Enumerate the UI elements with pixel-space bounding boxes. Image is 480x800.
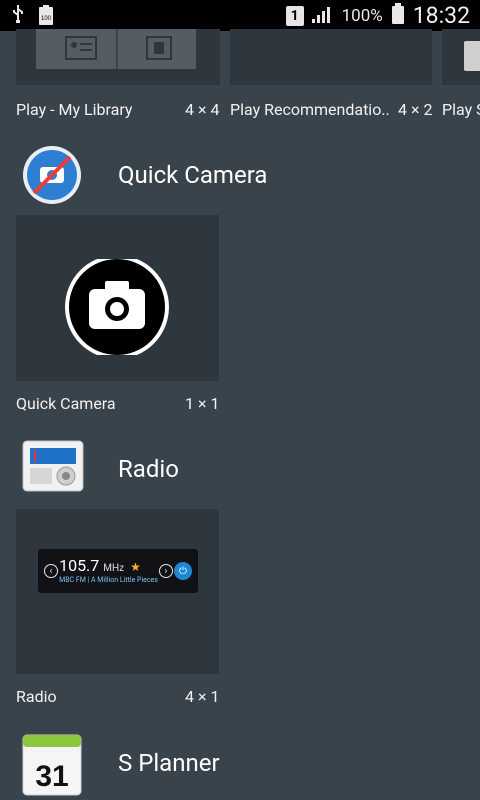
widget-label: Play - My Library bbox=[16, 100, 133, 119]
next-station-icon: › bbox=[158, 564, 173, 578]
radio-info: 105.7 MHz ★ MBC FM | A Million Little Pi… bbox=[59, 556, 158, 585]
sim-slot-badge: 1 bbox=[285, 5, 304, 26]
widget-preview-quick-camera[interactable] bbox=[16, 215, 219, 381]
battery-badge-icon: 100 bbox=[38, 4, 54, 27]
widget-size: 4 × 2 bbox=[398, 100, 433, 119]
radio-app-icon bbox=[22, 440, 84, 500]
widget-label: Play Recommendatio.. bbox=[230, 100, 390, 119]
camera-icon bbox=[65, 259, 169, 355]
library-preview-card bbox=[36, 29, 196, 69]
radio-frequency: 105.7 bbox=[59, 556, 100, 575]
radio-subtitle: MBC FM | A Million Little Pieces bbox=[59, 576, 158, 584]
play-s-thumb bbox=[464, 41, 480, 71]
widget-label: Quick Camera bbox=[16, 394, 116, 413]
widget-label: Play S bbox=[442, 100, 480, 119]
status-right: 1 100% 18:32 bbox=[285, 2, 470, 29]
widget-preview-play-recommendations[interactable] bbox=[230, 29, 432, 85]
usb-icon bbox=[10, 4, 26, 28]
svg-text:100: 100 bbox=[41, 16, 52, 22]
widget-label: Radio bbox=[16, 687, 57, 706]
radio-unit: MHz bbox=[103, 563, 125, 574]
signal-icon bbox=[311, 5, 334, 27]
app-title: Quick Camera bbox=[118, 161, 268, 189]
status-left: 100 bbox=[10, 4, 54, 28]
app-title: S Planner bbox=[118, 749, 220, 777]
quick-camera-app-icon bbox=[22, 145, 82, 205]
library-divider bbox=[116, 29, 118, 69]
svg-text:31: 31 bbox=[35, 760, 68, 793]
clock-time: 18:32 bbox=[412, 2, 470, 29]
radio-widget-preview: ‹ 105.7 MHz ★ MBC FM | A Million Little … bbox=[38, 549, 198, 593]
favorite-star-icon: ★ bbox=[130, 560, 141, 574]
power-icon: ⏻ bbox=[174, 562, 192, 580]
widget-list[interactable]: Play - My Library 4 × 4 Play Recommendat… bbox=[0, 29, 480, 800]
widget-size: 1 × 1 bbox=[185, 394, 220, 413]
widget-preview-play-s[interactable] bbox=[442, 29, 480, 85]
battery-percent: 100% bbox=[341, 5, 383, 26]
app-title: Radio bbox=[118, 455, 179, 483]
widget-preview-play-my-library[interactable] bbox=[16, 29, 220, 85]
s-planner-app-icon: 31 bbox=[22, 734, 82, 796]
widget-size: 4 × 1 bbox=[185, 687, 220, 706]
battery-icon bbox=[391, 2, 405, 29]
id-card-icon bbox=[65, 36, 97, 60]
status-bar: 100 1 100% 18:32 bbox=[0, 0, 480, 31]
widget-size: 4 × 4 bbox=[185, 100, 220, 119]
prev-station-icon: ‹ bbox=[44, 564, 58, 578]
film-icon bbox=[146, 36, 172, 60]
